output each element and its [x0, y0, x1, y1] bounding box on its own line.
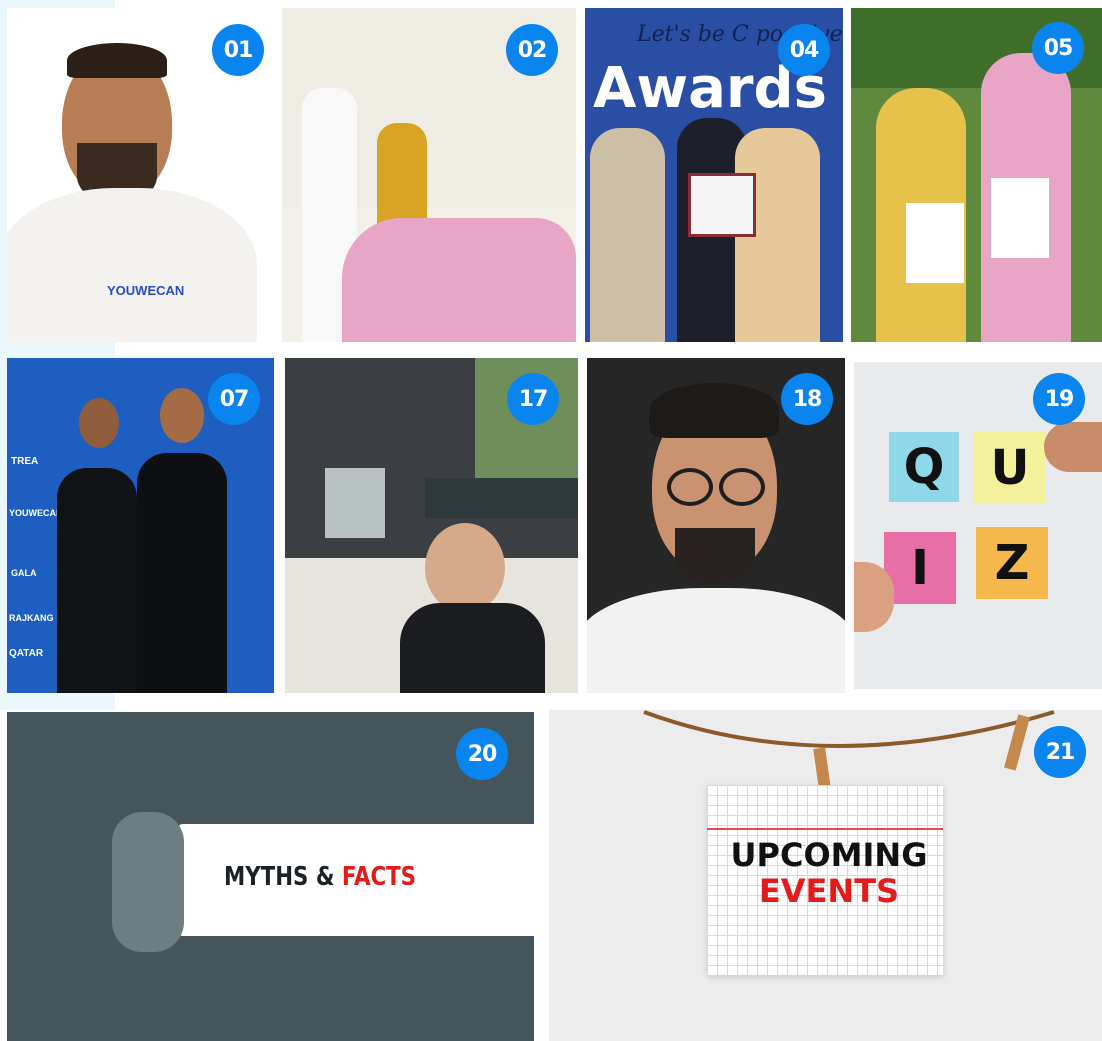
facts-text: FACTS [341, 862, 417, 892]
gallery-tile-07[interactable]: TREA YOUWECAN RAJKANG QATAR GALA 07 [7, 358, 274, 693]
tile-number-badge: 18 [781, 373, 833, 425]
tile-number-badge: 17 [507, 373, 559, 425]
events-text: EVENTS [758, 872, 900, 910]
gallery-tile-20[interactable]: MYTHS & FACTS 20 [7, 712, 534, 1041]
hand-right [1044, 422, 1102, 472]
gallery-tile-05[interactable]: 05 [851, 8, 1102, 342]
quiz-letter-q: Q [889, 432, 959, 502]
quiz-letter-u: U [974, 432, 1046, 504]
tile-number-badge: 02 [506, 24, 558, 76]
quiz-letter-i: I [884, 532, 956, 604]
gallery-tile-02[interactable]: 02 [282, 8, 576, 342]
shirt-logo: YOUWECAN [107, 283, 185, 298]
paper-curl [112, 812, 184, 952]
myths-facts-headline: MYTHS & FACTS [224, 862, 416, 892]
gallery-tile-18[interactable]: 18 [587, 358, 845, 693]
gallery-tile-17[interactable]: 17 [285, 358, 578, 693]
gallery-tile-01[interactable]: YOUWECAN 01 [7, 8, 272, 342]
myths-text: MYTHS & [224, 862, 342, 892]
gallery-tile-04[interactable]: Let's be C positive Awards 04 [585, 8, 843, 342]
tile-number-badge: 20 [456, 728, 508, 780]
gallery-tile-19[interactable]: Q U I Z 19 [854, 362, 1102, 689]
note-red-line [707, 828, 943, 830]
gallery-tile-21[interactable]: UPCOMING EVENTS 21 [549, 710, 1102, 1041]
tile-number-badge: 07 [208, 373, 260, 425]
tile-number-badge: 01 [212, 24, 264, 76]
tile-number-badge: 19 [1033, 373, 1085, 425]
tile-number-badge: 05 [1032, 22, 1084, 74]
upcoming-text: UPCOMING [730, 836, 928, 874]
tile-number-badge: 21 [1034, 726, 1086, 778]
tile-number-badge: 04 [778, 24, 830, 76]
quiz-letter-z: Z [976, 527, 1048, 599]
